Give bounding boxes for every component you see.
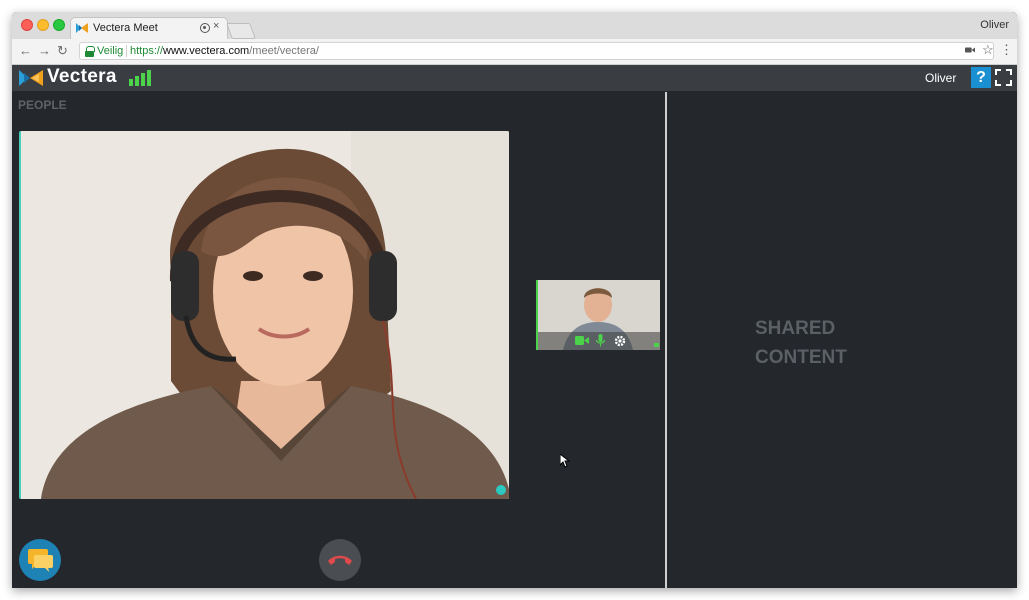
brand-name: Vectera xyxy=(47,66,117,87)
bookmark-star-icon[interactable]: ☆ xyxy=(982,42,994,58)
reload-icon[interactable]: ↻ xyxy=(57,43,68,59)
camera-toggle-icon[interactable] xyxy=(575,335,589,346)
close-window-button[interactable] xyxy=(21,19,33,31)
video-status-indicator xyxy=(496,485,506,495)
vectera-logo-icon xyxy=(19,70,43,86)
people-section-label: PEOPLE xyxy=(18,98,67,112)
chat-icon xyxy=(28,549,53,572)
hang-up-button[interactable] xyxy=(319,539,361,581)
back-arrow-icon[interactable]: ← xyxy=(19,43,32,58)
shared-content-line1: SHARED xyxy=(755,318,836,339)
lock-icon xyxy=(84,46,95,57)
self-view-video[interactable] xyxy=(536,280,660,350)
audio-level-icon xyxy=(654,343,659,347)
help-button[interactable]: ? xyxy=(971,67,991,88)
url-bar[interactable]: Veilig https://www.vectera.com/meet/vect… xyxy=(79,42,994,60)
gear-icon[interactable] xyxy=(614,335,626,347)
current-user-name[interactable]: Oliver xyxy=(925,71,956,85)
address-toolbar: ← → ↻ Veilig https://www.vectera.com/mee… xyxy=(12,39,1017,65)
connection-signal-icon xyxy=(129,70,151,86)
forward-arrow-icon[interactable]: → xyxy=(38,43,51,58)
camera-icon[interactable] xyxy=(965,45,975,55)
participant-video-frame xyxy=(21,131,509,499)
vectera-favicon-icon xyxy=(76,23,88,33)
panel-divider[interactable] xyxy=(665,92,667,588)
recording-indicator-icon xyxy=(200,23,210,33)
shared-content-placeholder: SHARED CONTENT xyxy=(755,314,847,372)
tab-title: Vectera Meet xyxy=(93,22,158,34)
hang-up-phone-icon xyxy=(328,555,352,565)
tab-bar: Vectera Meet × Oliver xyxy=(12,12,1017,39)
chat-button[interactable] xyxy=(19,539,61,581)
browser-profile-name[interactable]: Oliver xyxy=(980,19,1009,31)
main-participant-video[interactable] xyxy=(19,131,509,499)
tab-close-button[interactable]: × xyxy=(213,20,219,32)
shared-content-line2: CONTENT xyxy=(755,347,847,368)
browser-window: Vectera Meet × Oliver ← → ↻ Veilig https… xyxy=(12,12,1017,588)
microphone-icon[interactable] xyxy=(596,334,605,347)
security-label: Veilig xyxy=(97,45,124,57)
self-view-controls xyxy=(538,332,660,350)
fullscreen-icon[interactable] xyxy=(995,69,1012,86)
url-text[interactable]: https://www.vectera.com/meet/vectera/ xyxy=(130,45,319,57)
new-tab-button[interactable] xyxy=(226,23,256,39)
mouse-cursor-icon xyxy=(560,454,570,468)
maximize-window-button[interactable] xyxy=(53,19,65,31)
browser-tab[interactable]: Vectera Meet × xyxy=(70,17,228,39)
app-header: Vectera Oliver ? xyxy=(12,65,1017,91)
kebab-menu-icon[interactable]: ⋮ xyxy=(1000,43,1013,56)
minimize-window-button[interactable] xyxy=(37,19,49,31)
